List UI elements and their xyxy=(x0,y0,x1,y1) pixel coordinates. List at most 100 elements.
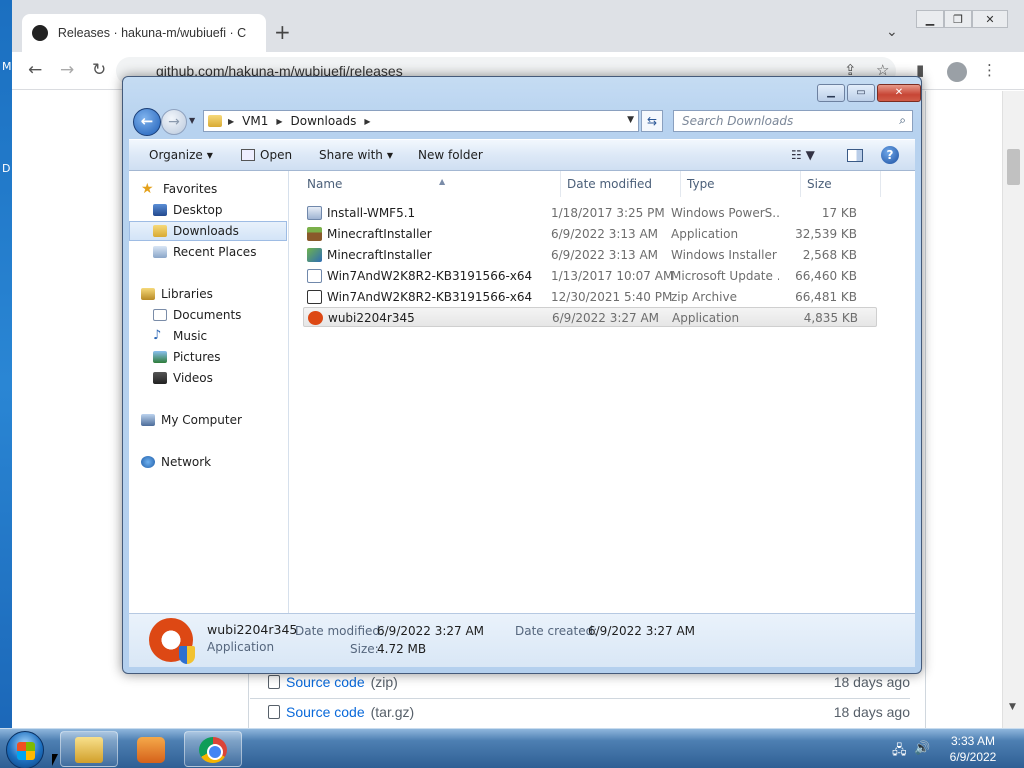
open-button[interactable]: Open xyxy=(241,148,292,162)
breadcrumb-separator-icon[interactable]: ▶ xyxy=(228,117,234,126)
sidebar-item-desktop[interactable]: Desktop xyxy=(129,200,287,220)
scroll-down-icon[interactable]: ▼ xyxy=(1009,702,1016,712)
maximize-icon[interactable]: ▭ xyxy=(847,84,875,102)
restore-icon[interactable]: ❐ xyxy=(944,10,972,28)
navigation-pane: ★ Favorites Desktop Downloads Recent Plac… xyxy=(129,171,289,613)
desktop-edge-text: D xyxy=(2,162,11,175)
media-player-icon xyxy=(137,737,165,763)
close-icon[interactable]: ✕ xyxy=(877,84,921,102)
breadcrumb-downloads[interactable]: Downloads xyxy=(291,114,357,128)
network-tray-icon[interactable]: 🖧 xyxy=(892,741,907,763)
details-pane: wubi2204r345 Application Date modified: … xyxy=(129,613,915,667)
file-row-selected[interactable]: wubi2204r345 6/9/2022 3:27 AM Applicatio… xyxy=(303,307,877,327)
msi-installer-icon xyxy=(307,248,322,262)
powershell-script-icon xyxy=(307,206,322,220)
organize-button[interactable]: Organize ▼ xyxy=(149,148,213,162)
libraries-icon xyxy=(141,288,155,300)
new-folder-button[interactable]: New folder xyxy=(418,148,483,162)
search-icon[interactable]: ⌕ xyxy=(899,113,906,128)
forward-arrow-icon[interactable]: → xyxy=(161,109,187,135)
music-icon: ♪ xyxy=(153,328,162,343)
explorer-window: ▁ ▭ ✕ ← → ▼ ▶ VM1 ▶ Downloads ▶ ▼ ⇆ Sear… xyxy=(122,76,922,674)
minimize-icon[interactable]: ▁ xyxy=(916,10,944,28)
file-row[interactable]: Win7AndW2K8R2-KB3191566-x64 1/13/2017 10… xyxy=(303,266,877,286)
clock-time: 3:33 AM xyxy=(950,734,996,748)
recent-places-icon xyxy=(153,246,167,258)
preview-pane-icon[interactable] xyxy=(847,149,863,162)
asset-age: 18 days ago xyxy=(833,674,910,690)
reload-icon[interactable]: ↻ xyxy=(92,61,106,79)
file-row[interactable]: MinecraftInstaller 6/9/2022 3:13 AM Appl… xyxy=(303,224,877,244)
file-row[interactable]: MinecraftInstaller 6/9/2022 3:13 AM Wind… xyxy=(303,245,877,265)
refresh-icon[interactable]: ⇆ xyxy=(641,110,663,132)
asset-link[interactable]: Source code (zip) xyxy=(286,674,398,690)
chrome-window-controls: ▁ ❐ ✕ xyxy=(916,10,1008,28)
new-tab-icon[interactable]: + xyxy=(274,22,291,42)
asset-age: 18 days ago xyxy=(833,704,910,720)
sidebar-item-videos[interactable]: Videos xyxy=(129,368,287,388)
details-created-value: 6/9/2022 3:27 AM xyxy=(588,624,696,638)
column-header-date-modified[interactable]: Date modified xyxy=(561,171,681,197)
sidebar-item-network[interactable]: Network xyxy=(129,452,287,472)
column-header-name[interactable]: Name ▲ xyxy=(301,171,561,197)
ubuntu-icon xyxy=(308,311,323,325)
address-dropdown-icon[interactable]: ▼ xyxy=(627,115,634,125)
taskbar-chrome-button[interactable] xyxy=(184,731,242,767)
file-row[interactable]: Install-WMF5.1 1/18/2017 3:25 PM Windows… xyxy=(303,203,877,223)
asset-link[interactable]: Source code (tar.gz) xyxy=(286,704,414,720)
details-modified-value: 6/9/2022 3:27 AM xyxy=(377,624,485,638)
sidebar-item-pictures[interactable]: Pictures xyxy=(129,347,287,367)
sidebar-item-recent-places[interactable]: Recent Places xyxy=(129,242,287,262)
back-arrow-icon[interactable]: ← xyxy=(28,61,42,79)
sidebar-item-documents[interactable]: Documents xyxy=(129,305,287,325)
zip-icon xyxy=(268,675,280,689)
open-icon xyxy=(241,149,255,161)
share-with-button[interactable]: Share with ▼ xyxy=(319,148,393,162)
details-modified-label: Date modified: xyxy=(295,624,385,638)
page-scrollbar[interactable]: ▼ xyxy=(1002,91,1024,728)
desktop-icon xyxy=(153,204,167,216)
github-icon xyxy=(32,25,48,41)
documents-icon xyxy=(153,309,167,321)
file-list: Name ▲ Date modified Type Size Install-WM… xyxy=(289,171,915,613)
sidebar-item-music[interactable]: ♪ Music xyxy=(129,326,287,346)
view-options-icon[interactable]: ☷ ▼ xyxy=(791,148,815,162)
breadcrumb-separator-icon[interactable]: ▶ xyxy=(276,117,282,126)
details-size-value: 4.72 MB xyxy=(377,642,427,656)
address-breadcrumb[interactable]: ▶ VM1 ▶ Downloads ▶ ▼ xyxy=(203,110,639,132)
msu-update-icon xyxy=(307,269,322,283)
system-clock[interactable]: 3:33 AM 6/9/2022 xyxy=(940,733,1006,765)
breadcrumb-vm1[interactable]: VM1 xyxy=(242,114,268,128)
breadcrumb-separator-icon[interactable]: ▶ xyxy=(364,117,370,126)
details-size-label: Size: xyxy=(350,642,379,656)
start-button[interactable] xyxy=(6,731,44,768)
close-icon[interactable]: ✕ xyxy=(972,10,1008,28)
recent-pages-dropdown-icon[interactable]: ▼ xyxy=(189,116,195,125)
sidebar-item-favorites[interactable]: ★ Favorites xyxy=(129,179,287,199)
file-row[interactable]: Win7AndW2K8R2-KB3191566-x64 12/30/2021 5… xyxy=(303,287,877,307)
column-header-type[interactable]: Type xyxy=(681,171,801,197)
volume-icon[interactable]: 🔊 xyxy=(914,741,930,756)
back-arrow-icon[interactable]: ← xyxy=(133,108,161,136)
profile-avatar[interactable] xyxy=(947,62,967,82)
search-input[interactable]: Search Downloads ⌕ xyxy=(673,110,913,132)
sidebar-item-my-computer[interactable]: My Computer xyxy=(129,410,287,430)
taskbar-explorer-button[interactable] xyxy=(60,731,118,767)
help-icon[interactable]: ? xyxy=(881,146,899,164)
taskbar-media-player-button[interactable] xyxy=(122,731,180,767)
ubuntu-icon xyxy=(149,618,195,664)
release-asset-row[interactable]: Source code (tar.gz) 18 days ago xyxy=(250,698,910,728)
column-header-size[interactable]: Size xyxy=(801,171,881,197)
minimize-icon[interactable]: ▁ xyxy=(817,84,845,102)
scrollbar-thumb[interactable] xyxy=(1007,149,1020,185)
tab-title: Releases · hakuna-m/wubiuefi · C xyxy=(57,26,247,40)
tab-search-chevron-icon[interactable]: ⌄ xyxy=(886,24,898,40)
sidebar-item-downloads[interactable]: Downloads xyxy=(129,221,287,241)
search-placeholder: Search Downloads xyxy=(682,114,794,128)
sidebar-item-libraries[interactable]: Libraries xyxy=(129,284,287,304)
browser-tab-releases[interactable]: Releases · hakuna-m/wubiuefi · C xyxy=(22,14,266,52)
videos-icon xyxy=(153,372,167,384)
details-file-name: wubi2204r345 xyxy=(207,622,298,637)
menu-kebab-icon[interactable]: ⋮ xyxy=(982,61,997,79)
forward-arrow-icon[interactable]: → xyxy=(60,61,74,79)
